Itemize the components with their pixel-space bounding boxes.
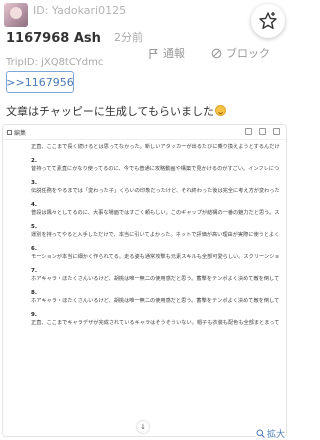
avatar[interactable] (4, 3, 28, 27)
report-label: 通報 (163, 47, 185, 60)
item-number: 8. (31, 290, 37, 296)
document-title-text: 編集 (14, 130, 27, 137)
scroll-down-icon[interactable]: ↓ (137, 421, 149, 433)
document-header: 編集 (3, 125, 286, 140)
favorite-button[interactable] (251, 4, 285, 38)
attached-document-image[interactable]: 編集 正直、ここまで長く続けるとは思ってなかった。新しいアタッカーが出るたびに乗… (2, 124, 287, 437)
item-number: 6. (31, 246, 37, 252)
reply-anchor-link[interactable]: >>1167956 (6, 71, 74, 93)
enlarge-button[interactable]: 拡大 (255, 427, 285, 440)
flag-icon (149, 48, 158, 59)
item-text: 普段は飄々としてるのに、大事な場面ではすごく頼もしい。このギャップが結構の一番の… (31, 210, 279, 216)
item-number: 4. (31, 202, 37, 208)
document-item: 7. ホアキャラ・ほたくさんいるけど、胡桃は唯一無二の使用感だと思う。蓄撃をテン… (31, 267, 279, 283)
item-number: 5. (31, 224, 37, 230)
edit-icon (7, 130, 12, 135)
item-number: 7. (31, 268, 37, 274)
item-text: 運別を持ってやると入手しただけで、本当に引いてよかった。ネットで評価が高い理由が… (31, 232, 279, 238)
item-number: 2. (31, 158, 37, 164)
post-message: 文章はチャッピーに生成してもらいました (6, 103, 227, 119)
zoom-icon (256, 429, 265, 438)
item-text: モーションが本当に細かく作られてる。走る姿も通常攻撃も元素スキルも全部可愛らしい… (31, 254, 279, 260)
trip-id: TripID: jXQ8tCYdmc (6, 57, 104, 68)
copy-icon[interactable] (245, 128, 252, 135)
item-number: 3. (31, 180, 37, 186)
document-item: 2. 昔持ってて素直にかなり使ってるのに、今でも普通に攻略動画や構築で見かけるの… (31, 157, 279, 173)
document-item: 6. モーションが本当に細かく作られてる。走る姿も通常攻撃も元素スキルも全部可愛… (31, 245, 279, 261)
document-title: 編集 (7, 128, 26, 137)
smile-emoji-icon (215, 105, 227, 116)
item-text: 昔持ってて素直にかなり使ってるのに、今でも普通に攻略動画や構築で見かけるのがすご… (31, 166, 279, 172)
block-button[interactable]: ブロック (211, 45, 270, 61)
item-text: 正直、ここまで長く続けるとは思ってなかった。新しいアタッカーが出るたびに乗り換え… (31, 144, 279, 150)
document-item: 5. 運別を持ってやると入手しただけで、本当に引いてよかった。ネットで評価が高い… (31, 223, 279, 239)
document-item: 正直、ここまで長く続けるとは思ってなかった。新しいアタッカーが出るたびに乗り換え… (31, 143, 279, 151)
item-text: 伝説任務をやるまでは「変わった子」くらいの印象だったけど、それ終わった後は完全に… (31, 188, 279, 194)
block-icon (211, 48, 222, 58)
item-text: 正直、ここまでキャラデザが完成されているキャラはそうそういない。帽子も衣装も配色… (31, 320, 279, 326)
post-time: 2分前 (114, 31, 143, 44)
trip-row: TripID: jXQ8tCYdmc 通報 ブロック (6, 47, 286, 68)
report-button[interactable]: 通報 (148, 45, 185, 61)
document-tools (245, 128, 280, 135)
document-item: 8. ホアキャラ・ほたくさんいるけど、胡桃は唯一無二の使用感だと思う。蓄撃をテン… (31, 289, 279, 305)
top-bar: ID: Yadokari0125 (0, 0, 289, 27)
post-number: 1167968 Ash (6, 31, 101, 46)
item-number: 9. (31, 312, 37, 318)
post-message-text: 文章はチャッピーに生成してもらいました (6, 105, 215, 118)
document-item: 9. 正直、ここまでキャラデザが完成されているキャラはそうそういない。帽子も衣装… (31, 311, 279, 327)
edit-pencil-icon[interactable] (259, 128, 266, 135)
item-text: ホアキャラ・ほたくさんいるけど、胡桃は唯一無二の使用感だと思う。蓄撃をテンポよく… (31, 276, 279, 282)
document-body: 正直、ここまで長く続けるとは思ってなかった。新しいアタッカーが出るたびに乗り換え… (31, 143, 279, 333)
document-item: 3. 伝説任務をやるまでは「変わった子」くらいの印象だったけど、それ終わった後は… (31, 179, 279, 195)
post-header: 1167968 Ash 2分前 (6, 27, 246, 46)
star-plus-icon (259, 12, 277, 29)
item-text: ホアキャラ・ほたくさんいるけど、胡桃は唯一無二の使用感だと思う。蓄撃をテンポよく… (31, 298, 279, 304)
block-label: ブロック (226, 47, 270, 60)
more-icon[interactable] (273, 128, 280, 135)
user-id: ID: Yadokari0125 (33, 4, 127, 17)
enlarge-label: 拡大 (266, 430, 285, 440)
document-item: 4. 普段は飄々としてるのに、大事な場面ではすごく頼もしい。このギャップが結構の… (31, 201, 279, 217)
